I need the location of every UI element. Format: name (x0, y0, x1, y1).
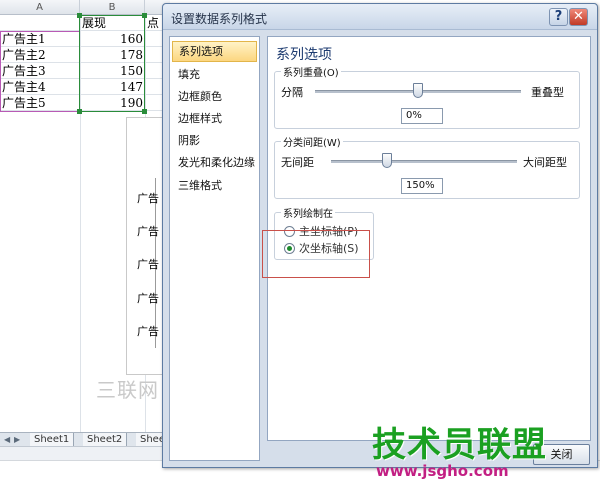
brand-watermark: 技术员联盟 (372, 425, 547, 465)
nav-item-3d-format[interactable]: 三维格式 (172, 175, 257, 196)
overlap-label: 系列重叠(O) (281, 64, 341, 79)
sheet-tab-1[interactable]: Sheet1 (30, 433, 75, 447)
chart-category-label: 广告 (137, 225, 159, 238)
next-sheet-icon[interactable]: ▶ (14, 433, 20, 447)
range-handle[interactable] (77, 13, 82, 18)
gap-min-label: 无间距 (281, 156, 314, 169)
brand-url-watermark: www.jsgho.com (376, 462, 509, 480)
plot-series-on-label: 系列绘制在 (281, 205, 335, 220)
dialog-title: 设置数据系列格式 (171, 12, 268, 26)
range-handle[interactable] (77, 109, 82, 114)
axis-tick (151, 329, 155, 330)
value-range-highlight (79, 15, 145, 112)
close-icon[interactable]: ✕ (569, 8, 588, 26)
axis-tick (151, 296, 155, 297)
gap-slider-thumb[interactable] (381, 153, 392, 168)
nav-item-fill[interactable]: 填充 (172, 64, 257, 85)
column-header-b[interactable]: B (80, 0, 145, 15)
dialog-title-bar[interactable]: 设置数据系列格式 ? ✕ (163, 4, 597, 30)
category-list: 系列选项 填充 边框颜色 边框样式 阴影 发光和柔化边缘 三维格式 (169, 36, 260, 461)
nav-item-glow-soft-edges[interactable]: 发光和柔化边缘 (172, 152, 257, 173)
overlap-slider-thumb[interactable] (413, 83, 423, 98)
overlap-max-label: 重叠型 (531, 86, 564, 99)
overlap-value-input[interactable]: 0% (401, 108, 443, 124)
range-handle[interactable] (142, 109, 147, 114)
highlight-annotation-box (262, 230, 370, 278)
section-title: 系列选项 (276, 47, 332, 63)
axis-tick (151, 196, 155, 197)
chart-category-label: 广告 (137, 325, 159, 338)
chart-category-label: 广告 (137, 192, 159, 205)
horizontal-scrollbar[interactable] (0, 446, 170, 460)
chart-category-label: 广告 (137, 292, 159, 305)
sheet-tab-2[interactable]: Sheet2 (83, 433, 128, 447)
sheet-tabs-bar: ◀ ▶ Sheet1 Sheet2 Shee (0, 432, 170, 447)
nav-item-border-color[interactable]: 边框颜色 (172, 86, 257, 107)
prev-sheet-icon[interactable]: ◀ (4, 433, 10, 447)
format-series-dialog: 设置数据系列格式 ? ✕ 系列选项 填充 边框颜色 边框样式 阴影 发光和柔化边… (162, 3, 598, 468)
chart-category-label: 广告 (137, 258, 159, 271)
gap-value-input[interactable]: 150% (401, 178, 443, 194)
axis-tick (151, 229, 155, 230)
nav-item-series-options[interactable]: 系列选项 (172, 41, 257, 62)
gap-group: 分类间距(W) 无间距 大间距型 150% (274, 134, 580, 199)
column-header-a[interactable]: A (0, 0, 80, 15)
help-button[interactable]: ? (549, 8, 568, 26)
range-handle[interactable] (142, 13, 147, 18)
overlap-group: 系列重叠(O) 分隔 重叠型 0% (274, 64, 580, 129)
overlap-min-label: 分隔 (281, 86, 303, 99)
nav-item-shadow[interactable]: 阴影 (172, 130, 257, 151)
gap-slider-track[interactable] (331, 160, 517, 163)
gap-label: 分类间距(W) (281, 134, 343, 149)
category-range-highlight (0, 31, 80, 112)
nav-item-border-style[interactable]: 边框样式 (172, 108, 257, 129)
gap-max-label: 大间距型 (523, 156, 567, 169)
axis-tick (151, 262, 155, 263)
